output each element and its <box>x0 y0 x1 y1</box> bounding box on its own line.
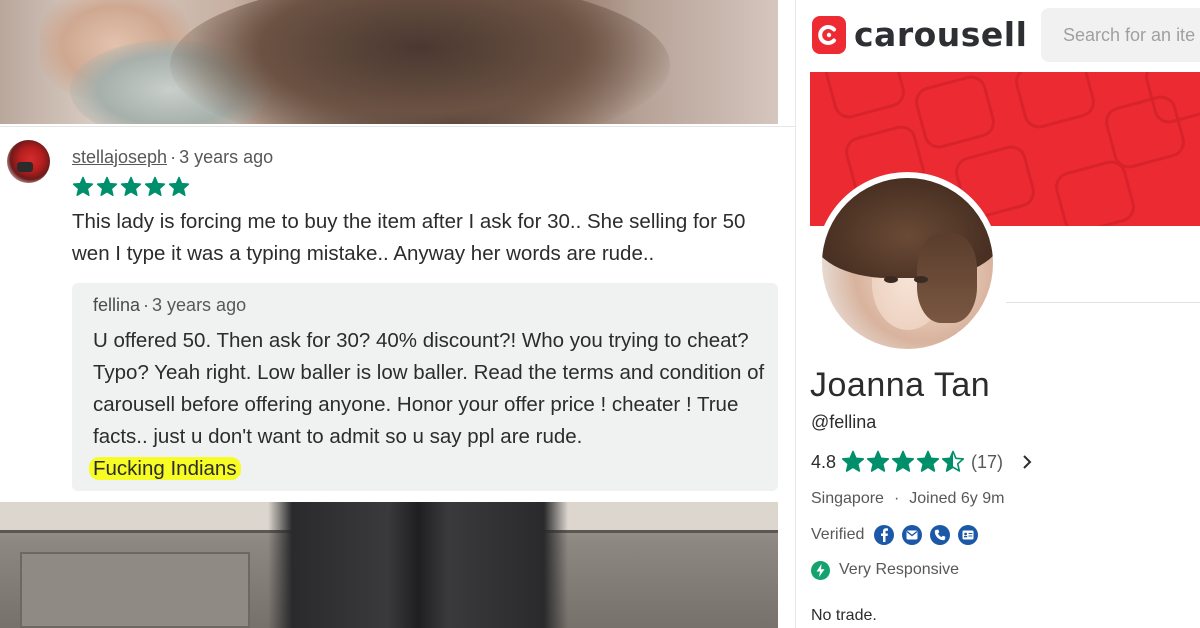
profile-avatar[interactable] <box>816 172 999 355</box>
rating-stars <box>841 450 965 474</box>
rating-value: 4.8 <box>811 451 837 472</box>
half-star-icon <box>941 450 965 472</box>
background-photo-top <box>0 0 778 124</box>
verified-row: Verified <box>811 524 986 546</box>
star-icon <box>96 176 118 196</box>
search-input[interactable]: Search for an ite <box>1041 8 1200 62</box>
search-placeholder: Search for an ite <box>1063 25 1196 45</box>
carousell-logo-icon <box>812 15 846 54</box>
phone-icon <box>930 525 951 545</box>
reply-author: fellina <box>93 295 141 315</box>
star-icon <box>168 176 190 196</box>
review-time: 3 years ago <box>179 147 274 167</box>
review-stars <box>72 176 190 200</box>
review-card: stellajoseph · 3 years ago This lady is fo… <box>0 126 795 502</box>
verified-label: Verified <box>811 526 865 543</box>
profile-bio: No trade. <box>811 607 877 624</box>
joined: Joined 6y 9m <box>909 490 1005 507</box>
profile-handle: @fellina <box>811 412 877 432</box>
responsiveness-row: Very Responsive <box>811 559 959 581</box>
review-count: (17) <box>971 451 1004 472</box>
star-icon <box>866 450 890 472</box>
chevron-right-icon[interactable] <box>1021 455 1033 469</box>
logo-text: carousell <box>854 15 1028 54</box>
email-icon <box>902 525 923 545</box>
star-icon <box>144 176 166 196</box>
profile-name: Joanna Tan <box>810 366 991 404</box>
star-icon <box>72 176 94 196</box>
reply-time: 3 years ago <box>152 295 247 315</box>
seller-reply: fellina · 3 years ago U offered 50. Then a… <box>72 283 778 491</box>
reply-header: fellina · 3 years ago <box>93 295 247 315</box>
star-icon <box>891 450 915 472</box>
review-header: stellajoseph · 3 years ago <box>72 147 274 167</box>
review-text: This lady is forcing me to buy the item … <box>72 210 746 265</box>
star-icon <box>841 450 865 472</box>
profile-meta: Singapore · Joined 6y 9m <box>811 490 1005 507</box>
carousell-logo[interactable]: carousell <box>812 15 1027 54</box>
reviewer-avatar[interactable] <box>7 140 50 183</box>
lightning-icon <box>811 560 830 580</box>
profile-panel: carousell Search for an ite Joanna Tan @… <box>795 0 1200 628</box>
star-icon <box>916 450 940 472</box>
responsiveness-label: Very Responsive <box>839 561 960 578</box>
id-card-icon <box>958 525 979 545</box>
background-photo-bottom <box>0 502 778 628</box>
reply-text: U offered 50. Then ask for 30? 40% disco… <box>89 325 773 485</box>
highlighted-text: Fucking Indians <box>89 457 241 480</box>
location: Singapore <box>811 490 884 507</box>
divider <box>1006 302 1200 303</box>
reviewer-name-link[interactable]: stellajoseph <box>72 147 167 167</box>
star-icon <box>120 176 142 196</box>
facebook-icon <box>874 525 895 545</box>
rating-row[interactable]: 4.8 (17) <box>811 449 1033 475</box>
reply-body: U offered 50. Then ask for 30? 40% disco… <box>93 329 765 448</box>
